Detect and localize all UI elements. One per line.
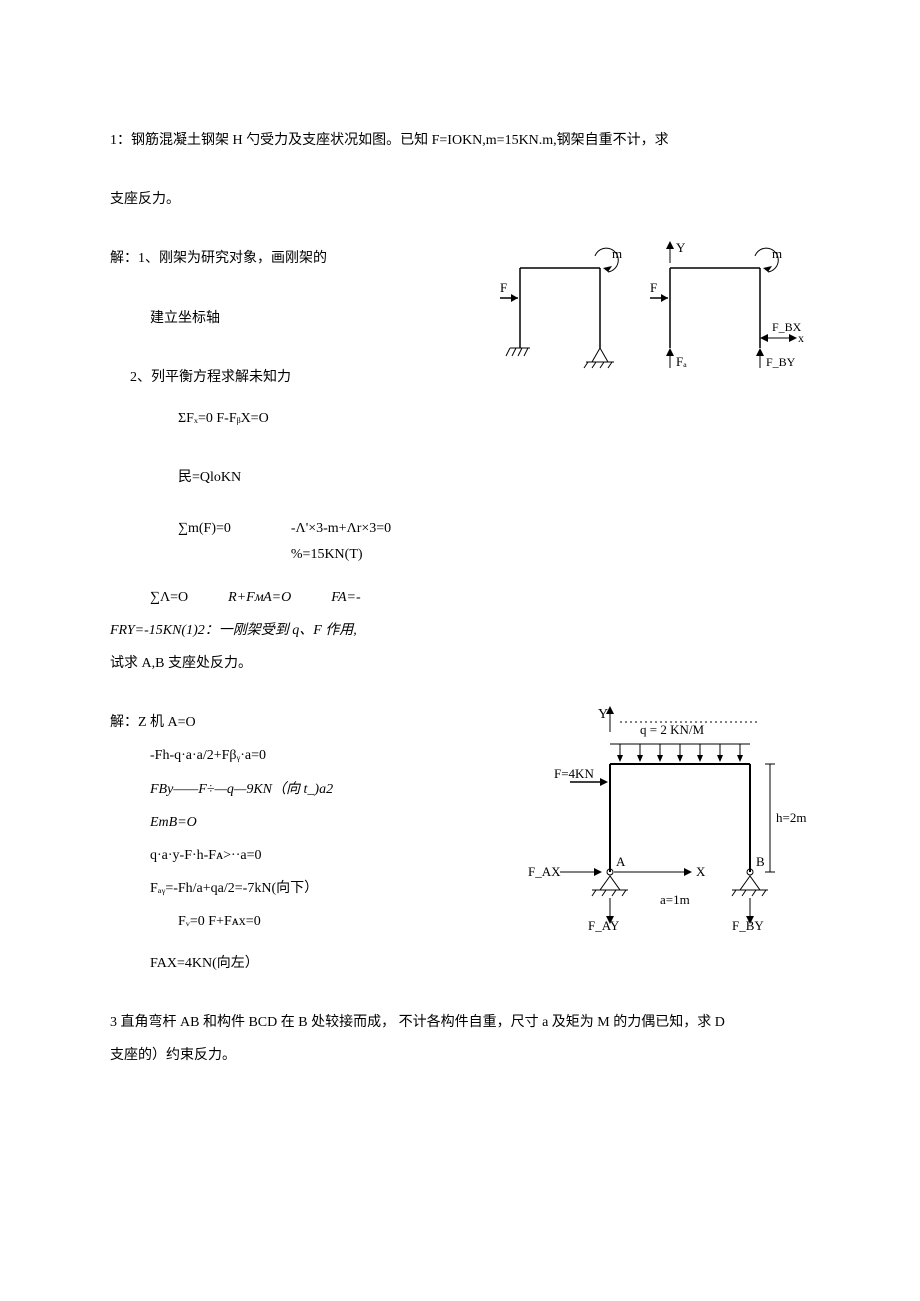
p1-eq1: ΣFₓ=0 F-FᵦX=O xyxy=(178,406,810,431)
label-F-2: F xyxy=(650,280,657,295)
p1-sol-row: 解：1、刚架为研究对象，画刚架的 建立坐标轴 2、列平衡方程求解未知力 xyxy=(110,238,810,398)
p1-figure: m F Y xyxy=(500,238,810,388)
p2-row: 解：Z 机 A=O -Fh-q·a·a/2+Fβᵧ·a=0 FBy——F÷—q—… xyxy=(110,702,810,942)
p1-line2: 支座反力。 xyxy=(110,187,810,212)
p1-eq4e: 试求 A,B 支座处反力。 xyxy=(110,651,810,676)
frame-diagram-2: Y q = 2 KN/M xyxy=(510,702,810,942)
p2-eq3: EmB=O xyxy=(150,810,510,835)
p3-line2: 支座的）约束反力。 xyxy=(110,1043,810,1068)
label-X: X xyxy=(696,864,706,879)
label-A: A xyxy=(616,854,626,869)
label-FAY: F_AY xyxy=(588,918,620,933)
label-m-2: m xyxy=(772,246,782,261)
label-a: a=1m xyxy=(660,892,690,907)
p2-sol-h: 解：Z 机 A=O xyxy=(110,710,510,735)
p1-sol-text: 解：1、刚架为研究对象，画刚架的 建立坐标轴 2、列平衡方程求解未知力 xyxy=(110,238,500,398)
p1-eq4b: R+FᴍA=O xyxy=(228,585,291,610)
p2-eq5: Fₐᵧ=-Fh/a+qa/2=-7kN(向下） xyxy=(150,876,510,901)
p1-eq3a: ∑m(F)=0 xyxy=(178,516,231,541)
label-Y: Y xyxy=(676,240,686,255)
label-FBY: F_BY xyxy=(766,355,796,369)
label-F-1: F xyxy=(500,280,507,295)
label-x: x xyxy=(798,331,804,345)
p1-eq3b: -Λ'×3-m+Λr×3=0 xyxy=(291,516,391,541)
p1-sol-h1: 解：1、刚架为研究对象，画刚架的 xyxy=(110,246,500,271)
p3-line1: 3 直角弯杆 AB 和构件 BCD 在 B 处较接而成， 不计各构件自重，尺寸 … xyxy=(110,1010,810,1035)
label-FBY-2: F_BY xyxy=(732,918,764,933)
p1-line1: 1：钢筋混凝土钢架 H 勺受力及支座状况如图。已知 F=IOKN,m=15KN.… xyxy=(110,128,810,153)
p2-eq6: Fᵥ=0 F+Fᴀx=0 xyxy=(178,909,510,934)
p2-eq1: -Fh-q·a·a/2+Fβᵧ·a=0 xyxy=(150,743,510,768)
p1-eq4-row: ∑Λ=O R+FᴍA=O FA=- xyxy=(150,585,810,610)
p1-eq3-row: ∑m(F)=0 -Λ'×3-m+Λr×3=0 %=15KN(T) xyxy=(178,516,810,566)
label-Y-2: Y xyxy=(598,707,608,722)
p2-eq2: FBy——F÷—q—9KN（向 t_)a2 xyxy=(150,777,510,802)
label-F-3: F=4KN xyxy=(554,766,594,781)
frame-diagram-1: m F Y xyxy=(500,238,810,388)
p2-text: 解：Z 机 A=O -Fh-q·a·a/2+Fβᵧ·a=0 FBy——F÷—q—… xyxy=(110,702,510,942)
p1-eq4d: FRY=-15KN(1)2：一刚架受到 q、F 作用, xyxy=(110,618,810,643)
p1-eq2: 民=QloKN xyxy=(178,465,810,490)
label-q: q = 2 KN/M xyxy=(640,722,704,737)
label-FAX: F_AX xyxy=(528,864,561,879)
label-h: h=2m xyxy=(776,810,806,825)
p2-eq7: FAX=4KN(向左） xyxy=(150,951,810,976)
p1-eq4a: ∑Λ=O xyxy=(150,585,188,610)
label-m-1: m xyxy=(612,246,622,261)
document-page: 1：钢筋混凝土钢架 H 勺受力及支座状况如图。已知 F=IOKN,m=15KN.… xyxy=(0,0,920,1136)
p1-sol-h3: 2、列平衡方程求解未知力 xyxy=(130,365,500,390)
label-B: B xyxy=(756,854,765,869)
p2-figure: Y q = 2 KN/M xyxy=(510,702,810,942)
p1-eq3c: %=15KN(T) xyxy=(291,542,391,567)
p1-sol-h2: 建立坐标轴 xyxy=(150,306,500,331)
label-FA: Fₐ xyxy=(676,354,687,369)
p1-eq3-col: -Λ'×3-m+Λr×3=0 %=15KN(T) xyxy=(291,516,391,566)
p2-eq4: q·a·y-F·h-Fᴀ>··a=0 xyxy=(150,843,510,868)
p1-eq4c: FA=- xyxy=(331,585,360,610)
